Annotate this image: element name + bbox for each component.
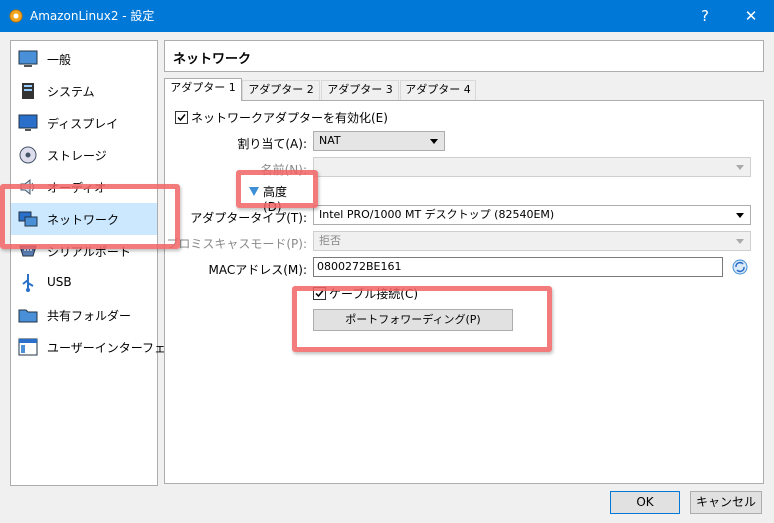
refresh-mac-icon[interactable] [731, 258, 749, 276]
chevron-down-icon [736, 239, 744, 244]
tab-adapter-1[interactable]: アダプター 1 [164, 78, 242, 101]
mac-address-field[interactable]: 0800272BE161 [313, 257, 723, 277]
sidebar-item-label: USB [47, 275, 72, 289]
help-button[interactable]: ? [682, 0, 728, 32]
usb-icon [22, 274, 34, 292]
display-icon [18, 114, 38, 131]
attached-to-value: NAT [319, 134, 341, 147]
sidebar-item-user-interface[interactable]: ユーザーインターフェース [11, 331, 189, 363]
tab-adapter-3[interactable]: アダプター 3 [321, 80, 399, 100]
sidebar-item-label: システム [47, 85, 95, 99]
general-icon [18, 50, 38, 67]
promiscuous-mode-value: 拒否 [319, 234, 341, 247]
name-select [313, 157, 751, 177]
sidebar-item-display[interactable]: ディスプレイ [11, 107, 157, 139]
ok-button[interactable]: OK [610, 491, 680, 514]
promiscuous-mode-select: 拒否 [313, 231, 751, 251]
tab-adapter-4[interactable]: アダプター 4 [400, 80, 476, 100]
sidebar-item-system[interactable]: システム [11, 75, 157, 107]
user-interface-icon [18, 338, 38, 356]
enable-adapter-label: ネットワークアダプターを有効化(E) [191, 111, 388, 125]
attached-to-select[interactable]: NAT [313, 131, 445, 151]
chevron-down-icon [430, 139, 438, 144]
close-button[interactable]: ✕ [728, 0, 774, 32]
sidebar-item-storage[interactable]: ストレージ [11, 139, 157, 171]
chevron-down-icon [736, 213, 744, 218]
settings-sidebar: 一般 システム ディスプレイ ストレージ オーディオ ネットワーク シリアルポー… [10, 40, 189, 486]
highlight-advanced [236, 170, 318, 208]
network-settings-panel: ネットワーク アダプター 1 アダプター 2 アダプター 3 アダプター 4 ネ… [164, 40, 764, 484]
promiscuous-mode-label: プロミスキャスモード(P): [166, 237, 307, 251]
storage-icon [19, 146, 37, 164]
sidebar-item-label: ストレージ [47, 149, 107, 163]
system-icon [22, 83, 34, 99]
sidebar-item-label: ディスプレイ [47, 117, 119, 131]
sidebar-item-usb[interactable]: USB [11, 267, 157, 299]
title-bar: AmazonLinux2 - 設定 ? ✕ [0, 0, 774, 32]
sidebar-item-label: 共有フォルダー [47, 309, 132, 323]
sidebar-item-shared-folder[interactable]: 共有フォルダー [11, 299, 157, 331]
panel-header: ネットワーク [164, 40, 764, 72]
adapter-type-select[interactable]: Intel PRO/1000 MT デスクトップ (82540EM) [313, 205, 751, 225]
adapter-type-value: Intel PRO/1000 MT デスクトップ (82540EM) [319, 208, 555, 221]
highlight-network-item [0, 184, 180, 249]
cancel-button[interactable]: キャンセル [690, 491, 762, 514]
attached-to-label: 割り当て(A): [237, 137, 307, 151]
virtualbox-gear-icon [9, 9, 23, 23]
sidebar-item-label: 一般 [47, 53, 72, 67]
shared-folder-icon [18, 309, 38, 323]
sidebar-item-general[interactable]: 一般 [11, 43, 157, 75]
enable-adapter-checkbox[interactable] [175, 111, 188, 124]
tab-adapter-2[interactable]: アダプター 2 [242, 80, 320, 100]
page-title: ネットワーク [173, 52, 252, 67]
window-title: AmazonLinux2 - 設定 [30, 9, 155, 23]
mac-address-label: MACアドレス(M): [208, 263, 308, 277]
chevron-down-icon [736, 165, 744, 170]
adapter-type-label: アダプタータイプ(T): [190, 211, 307, 225]
highlight-cable-portforward [292, 286, 552, 352]
